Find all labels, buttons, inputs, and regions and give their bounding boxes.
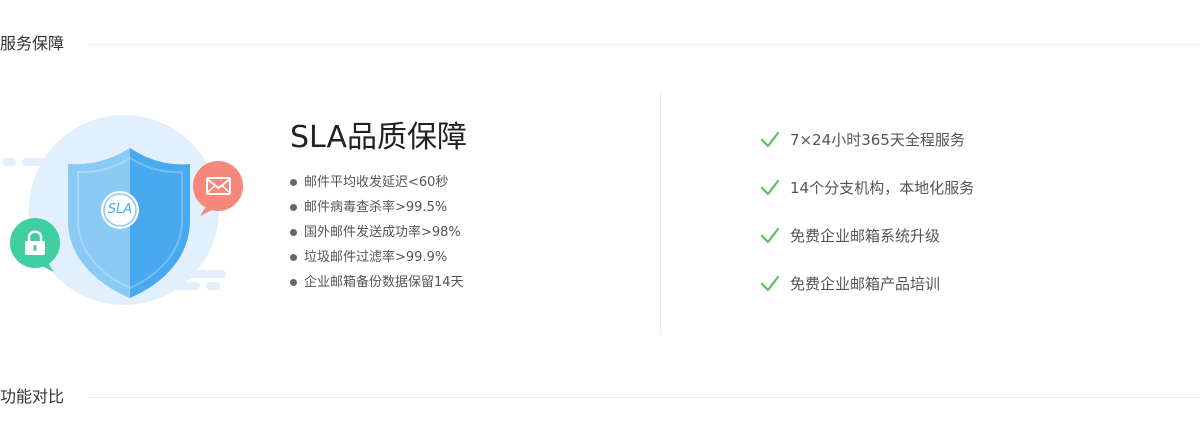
list-item: 邮件平均收发延迟<60秒 (290, 170, 610, 195)
bullet-dot (290, 279, 297, 286)
section-title: 服务保障 (0, 34, 65, 53)
section-header-service: 服务保障 (0, 32, 1200, 56)
bullet-dot (290, 179, 297, 186)
list-item-text: 免费企业邮箱产品培训 (790, 275, 941, 293)
section-divider (88, 397, 1200, 398)
list-item-text: 免费企业邮箱系统升级 (790, 227, 941, 245)
sla-badge-text: SLA (107, 202, 133, 217)
check-icon (760, 275, 780, 292)
sla-title: SLA品质保障 (290, 120, 467, 155)
service-list: 7×24小时365天全程服务 14个分支机构，本地化服务 免费企业邮箱系统升级 … (760, 127, 974, 319)
list-item-text: 国外邮件发送成功率>98% (304, 225, 461, 240)
sla-illustration: SLA (0, 110, 250, 315)
bullet-dot (290, 254, 297, 261)
vertical-divider (660, 92, 661, 335)
list-item: 邮件病毒查杀率>99.5% (290, 195, 610, 220)
list-item-text: 垃圾邮件过滤率>99.9% (304, 250, 448, 265)
section-header-compare: 功能对比 (0, 385, 1200, 409)
list-item-text: 7×24小时365天全程服务 (790, 131, 965, 149)
list-item-text: 邮件平均收发延迟<60秒 (304, 175, 449, 190)
list-item: 企业邮箱备份数据保留14天 (290, 270, 610, 295)
check-icon (760, 227, 780, 244)
bullet-dot (290, 229, 297, 236)
sla-list: 邮件平均收发延迟<60秒 邮件病毒查杀率>99.5% 国外邮件发送成功率>98%… (290, 170, 610, 295)
bullet-dot (290, 204, 297, 211)
section-divider (88, 44, 1200, 45)
section-title: 功能对比 (0, 387, 65, 406)
list-item: 国外邮件发送成功率>98% (290, 220, 610, 245)
list-item: 垃圾邮件过滤率>99.9% (290, 245, 610, 270)
list-item: 免费企业邮箱产品培训 (760, 271, 974, 319)
list-item: 14个分支机构，本地化服务 (760, 175, 974, 223)
list-item: 7×24小时365天全程服务 (760, 127, 974, 175)
list-item-text: 邮件病毒查杀率>99.5% (304, 200, 448, 215)
list-item-text: 14个分支机构，本地化服务 (790, 179, 975, 197)
list-item-text: 企业邮箱备份数据保留14天 (304, 275, 464, 290)
sla-block: SLA品质保障 邮件平均收发延迟<60秒 邮件病毒查杀率>99.5% 国外邮件发… (290, 118, 610, 295)
check-icon (760, 179, 780, 196)
check-icon (760, 131, 780, 148)
list-item: 免费企业邮箱系统升级 (760, 223, 974, 271)
